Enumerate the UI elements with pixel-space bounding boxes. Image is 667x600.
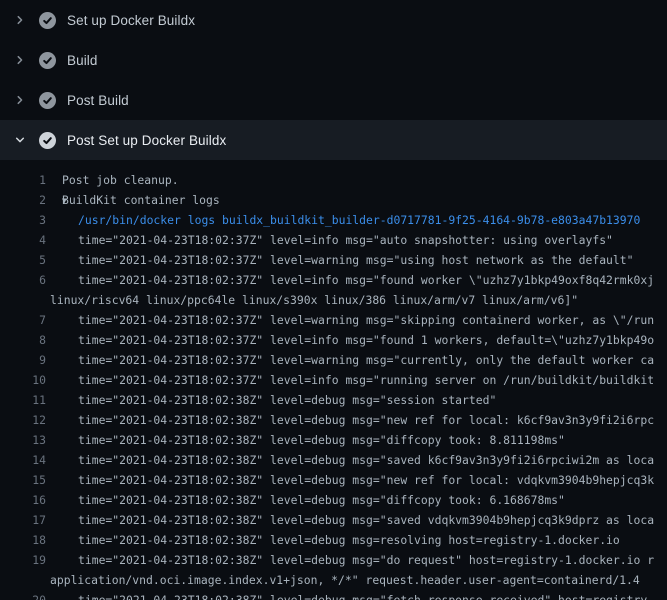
- log-text: time="2021-04-23T18:02:38Z" level=debug …: [46, 453, 654, 467]
- log-text: time="2021-04-23T18:02:38Z" level=debug …: [46, 493, 565, 507]
- log-text: Post job cleanup.: [46, 173, 179, 187]
- line-number[interactable]: 6: [0, 273, 46, 287]
- line-number[interactable]: 13: [0, 433, 46, 447]
- log-text: time="2021-04-23T18:02:38Z" level=debug …: [46, 413, 654, 427]
- log-line: 12 ▼ time="2021-04-23T18:02:38Z" level=d…: [0, 410, 667, 430]
- log-line: 19 ▼ time="2021-04-23T18:02:38Z" level=d…: [0, 550, 667, 570]
- step-label: Post Build: [67, 93, 129, 108]
- log-line: 4 ▼ time="2021-04-23T18:02:37Z" level=in…: [0, 230, 667, 250]
- log-text: /usr/bin/docker logs buildx_buildkit_bui…: [46, 213, 640, 227]
- log-line: 10 ▼ time="2021-04-23T18:02:37Z" level=i…: [0, 370, 667, 390]
- line-number[interactable]: 10: [0, 373, 46, 387]
- line-number[interactable]: 11: [0, 393, 46, 407]
- log-line: 1 ▼ Post job cleanup.: [0, 170, 667, 190]
- line-number[interactable]: 19: [0, 553, 46, 567]
- log-text: time="2021-04-23T18:02:37Z" level=info m…: [46, 373, 654, 387]
- job-steps-list: Set up Docker Buildx Build Post Build Po…: [0, 0, 667, 160]
- line-number[interactable]: 4: [0, 233, 46, 247]
- log-line: 8 ▼ time="2021-04-23T18:02:37Z" level=in…: [0, 330, 667, 350]
- log-line: 13 ▼ time="2021-04-23T18:02:38Z" level=d…: [0, 430, 667, 450]
- line-number[interactable]: 18: [0, 533, 46, 547]
- success-check-circle-icon: [39, 12, 56, 29]
- log-text: time="2021-04-23T18:02:38Z" level=debug …: [46, 533, 620, 547]
- log-line: 7 ▼ time="2021-04-23T18:02:37Z" level=wa…: [0, 310, 667, 330]
- log-line: 11 ▼ time="2021-04-23T18:02:38Z" level=d…: [0, 390, 667, 410]
- step-row[interactable]: Set up Docker Buildx: [0, 0, 667, 40]
- success-check-circle-icon: [39, 52, 56, 69]
- log-text: BuildKit container logs: [62, 193, 220, 207]
- line-number[interactable]: 5: [0, 253, 46, 267]
- log-text: time="2021-04-23T18:02:38Z" level=debug …: [46, 393, 496, 407]
- chevron-right-icon: [13, 53, 27, 67]
- success-check-circle-icon: [39, 132, 56, 149]
- line-number[interactable]: 8: [0, 333, 46, 347]
- success-check-circle-icon: [39, 92, 56, 109]
- log-text: time="2021-04-23T18:02:38Z" level=debug …: [46, 513, 654, 527]
- chevron-down-icon: [13, 133, 27, 147]
- log-text: time="2021-04-23T18:02:38Z" level=debug …: [46, 473, 654, 487]
- line-number[interactable]: 1: [0, 173, 46, 187]
- log-line: 2 ▼ BuildKit container logs: [0, 190, 667, 210]
- chevron-icon[interactable]: [12, 52, 28, 68]
- log-line: 15 ▼ time="2021-04-23T18:02:38Z" level=d…: [0, 470, 667, 490]
- log-line: 5 ▼ time="2021-04-23T18:02:37Z" level=wa…: [0, 250, 667, 270]
- log-text: time="2021-04-23T18:02:38Z" level=debug …: [46, 593, 654, 600]
- log-line: 6 ▼ time="2021-04-23T18:02:37Z" level=in…: [0, 270, 667, 290]
- step-row[interactable]: Post Set up Docker Buildx: [0, 120, 667, 160]
- log-text: time="2021-04-23T18:02:38Z" level=debug …: [46, 553, 654, 567]
- log-text: time="2021-04-23T18:02:37Z" level=info m…: [46, 233, 613, 247]
- line-number[interactable]: 16: [0, 493, 46, 507]
- log-line: 18 ▼ time="2021-04-23T18:02:38Z" level=d…: [0, 530, 667, 550]
- line-number[interactable]: 20: [0, 593, 46, 600]
- log-line: 16 ▼ time="2021-04-23T18:02:38Z" level=d…: [0, 490, 667, 510]
- chevron-right-icon: [13, 13, 27, 27]
- line-number[interactable]: 14: [0, 453, 46, 467]
- step-label: Build: [67, 53, 98, 68]
- log-line: ▼ application/vnd.oci.image.index.v1+jso…: [0, 570, 667, 590]
- log-viewer: 1 ▼ Post job cleanup. 2 ▼ BuildKit conta…: [0, 160, 667, 600]
- step-row[interactable]: Build: [0, 40, 667, 80]
- line-number[interactable]: 9: [0, 353, 46, 367]
- chevron-right-icon: [13, 93, 27, 107]
- chevron-icon[interactable]: [12, 12, 28, 28]
- log-text: time="2021-04-23T18:02:37Z" level=warnin…: [46, 313, 654, 327]
- log-text: time="2021-04-23T18:02:37Z" level=warnin…: [46, 353, 654, 367]
- log-line: ▼ linux/riscv64 linux/ppc64le linux/s390…: [0, 290, 667, 310]
- log-text: application/vnd.oci.image.index.v1+json,…: [46, 573, 640, 587]
- step-label: Post Set up Docker Buildx: [67, 133, 226, 148]
- log-line: 17 ▼ time="2021-04-23T18:02:38Z" level=d…: [0, 510, 667, 530]
- line-number[interactable]: 12: [0, 413, 46, 427]
- log-text: time="2021-04-23T18:02:37Z" level=warnin…: [46, 253, 633, 267]
- step-row[interactable]: Post Build: [0, 80, 667, 120]
- chevron-icon[interactable]: [12, 92, 28, 108]
- chevron-icon[interactable]: [12, 132, 28, 148]
- log-text: time="2021-04-23T18:02:37Z" level=info m…: [46, 273, 654, 287]
- log-line: 9 ▼ time="2021-04-23T18:02:37Z" level=wa…: [0, 350, 667, 370]
- line-number[interactable]: 3: [0, 213, 46, 227]
- log-line: 14 ▼ time="2021-04-23T18:02:38Z" level=d…: [0, 450, 667, 470]
- log-text: time="2021-04-23T18:02:37Z" level=info m…: [46, 333, 654, 347]
- log-text: linux/riscv64 linux/ppc64le linux/s390x …: [46, 293, 578, 307]
- line-number[interactable]: 15: [0, 473, 46, 487]
- line-number[interactable]: 2: [0, 193, 46, 207]
- log-text: time="2021-04-23T18:02:38Z" level=debug …: [46, 433, 565, 447]
- line-number[interactable]: 7: [0, 313, 46, 327]
- log-line: 3 ▼ /usr/bin/docker logs buildx_buildkit…: [0, 210, 667, 230]
- line-number[interactable]: 17: [0, 513, 46, 527]
- step-label: Set up Docker Buildx: [67, 13, 195, 28]
- group-disclosure-triangle-icon[interactable]: ▼: [46, 196, 62, 205]
- log-line: 20 ▼ time="2021-04-23T18:02:38Z" level=d…: [0, 590, 667, 600]
